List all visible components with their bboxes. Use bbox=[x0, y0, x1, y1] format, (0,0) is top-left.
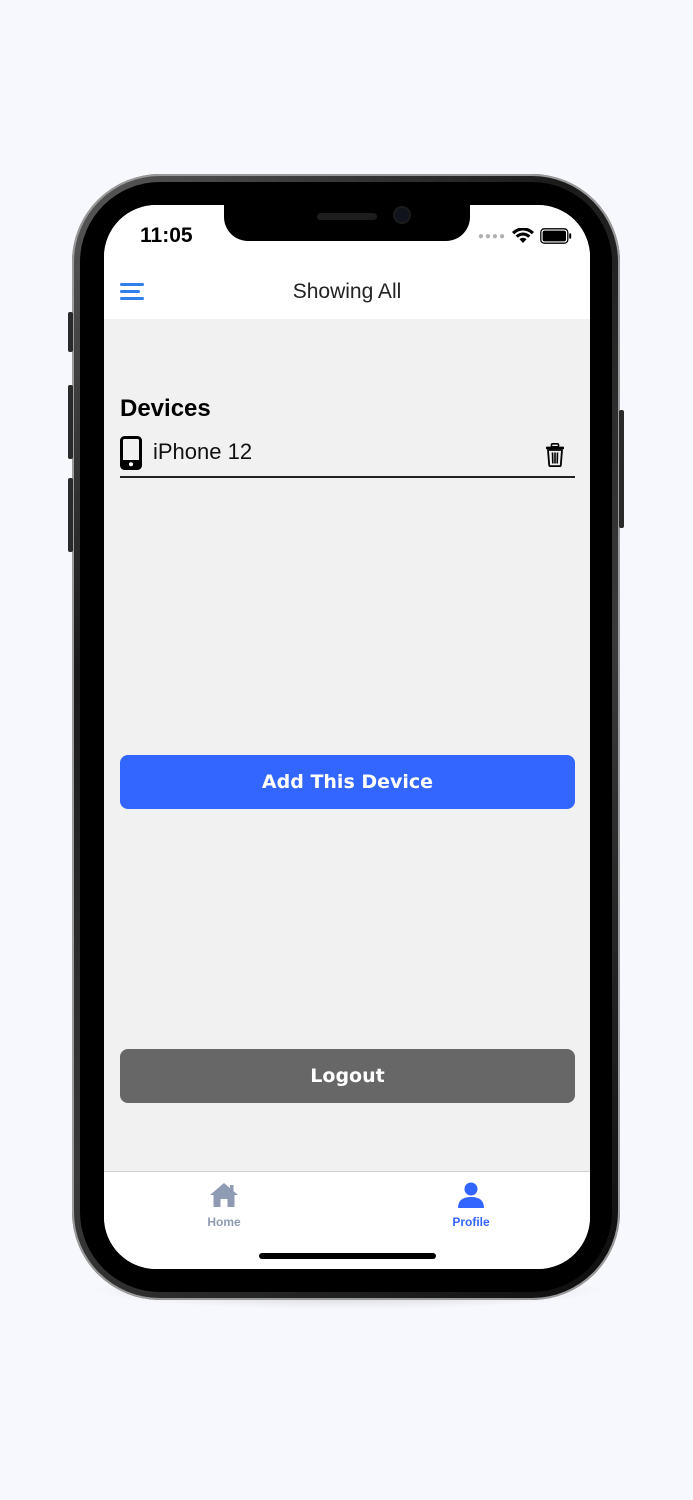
volume-up-button bbox=[68, 385, 73, 459]
person-icon bbox=[458, 1182, 484, 1208]
phone-screen: 11:05 ●●●● Showing All Devices iPhone 12… bbox=[104, 205, 590, 1269]
trash-icon[interactable] bbox=[545, 443, 565, 467]
status-time: 11:05 bbox=[140, 224, 193, 247]
tab-home-label: Home bbox=[207, 1215, 241, 1229]
add-device-button[interactable]: Add This Device bbox=[120, 755, 575, 809]
speaker-grille bbox=[317, 213, 377, 220]
mute-switch bbox=[68, 312, 73, 352]
power-button bbox=[619, 410, 624, 528]
home-indicator bbox=[259, 1253, 436, 1259]
battery-icon bbox=[540, 228, 572, 244]
page-title: Showing All bbox=[292, 280, 402, 303]
smartphone-icon bbox=[120, 436, 142, 470]
tab-home[interactable]: Home bbox=[174, 1182, 274, 1232]
status-icons: ●●●● bbox=[478, 227, 572, 245]
devices-heading: Devices bbox=[120, 395, 211, 422]
device-name: iPhone 12 bbox=[153, 439, 253, 464]
signal-icon: ●●●● bbox=[477, 230, 506, 242]
wifi-icon bbox=[512, 228, 534, 243]
tab-profile[interactable]: Profile bbox=[421, 1182, 521, 1232]
home-icon bbox=[210, 1183, 238, 1207]
app-header: Showing All bbox=[104, 265, 590, 319]
device-list-item: iPhone 12 bbox=[120, 434, 575, 478]
tab-profile-label: Profile bbox=[452, 1215, 490, 1229]
main-content: Devices iPhone 12 Add This Device Logout bbox=[104, 319, 590, 1172]
logout-button[interactable]: Logout bbox=[120, 1049, 575, 1103]
volume-down-button bbox=[68, 478, 73, 552]
notch bbox=[224, 205, 470, 241]
front-camera bbox=[395, 208, 409, 222]
